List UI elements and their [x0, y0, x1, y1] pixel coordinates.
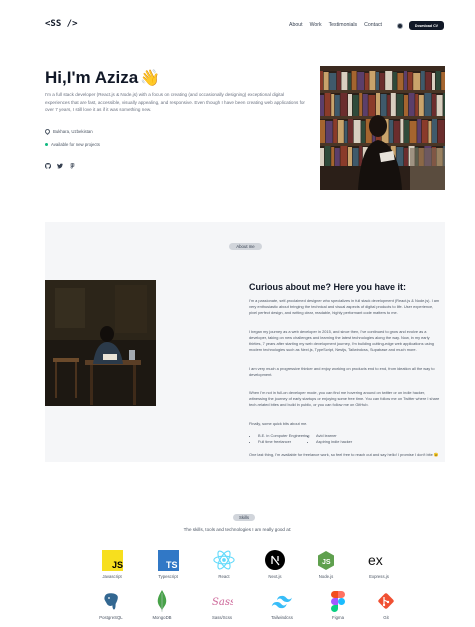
skills-tag: Skills [233, 514, 255, 521]
map-pin-icon [43, 127, 52, 136]
git-icon [375, 590, 397, 612]
skill-item-expressjs: ex Express.js [357, 549, 401, 583]
availability-text: Available for new projects [51, 142, 100, 147]
site-header: <SS /> About Work Testimonials Contact D… [0, 0, 475, 46]
skill-label: Express.js [369, 574, 389, 579]
sass-icon: Sass [211, 590, 233, 612]
about-section: About me Curious about me? Here you have… [45, 222, 445, 462]
skills-subtitle: The skills, tools and technologies I am … [183, 527, 292, 532]
skill-label: Figma [332, 615, 344, 620]
skill-label: PostgreSQL [99, 615, 123, 620]
skill-item-git: Git [364, 590, 408, 624]
skill-item-tailwindcss: Tailwindcss [260, 590, 304, 624]
waving-hand-icon: 👋 [140, 70, 161, 87]
svg-text:JS: JS [112, 560, 123, 570]
svg-text:TS: TS [166, 560, 178, 570]
about-paragraph: One last thing, I'm available for freela… [249, 452, 439, 457]
svg-text:JS: JS [322, 559, 331, 566]
skill-label: Javascript [102, 574, 122, 579]
skill-item-react: React [202, 549, 246, 583]
main-nav: About Work Testimonials Contact [289, 22, 382, 28]
skill-item-postgresql: PostgreSQL [89, 590, 133, 624]
figma-icon[interactable] [69, 163, 75, 169]
svg-text:ex: ex [368, 552, 383, 568]
svg-text:Sass: Sass [212, 597, 233, 608]
nav-link-testimonials[interactable]: Testimonials [329, 22, 358, 28]
skill-item-figma: Figma [316, 590, 360, 624]
about-paragraph: Finally, some quick bits about me. [249, 421, 308, 426]
about-title: Curious about me? Here you have it: [249, 282, 407, 292]
site-logo[interactable]: <SS /> [45, 19, 78, 29]
nav-link-work[interactable]: Work [310, 22, 322, 28]
skill-label: Sass/Scss [211, 615, 233, 620]
fact-item: Aspiring indie hacker [316, 439, 368, 445]
location-row: Bukhara, Uzbekistan [43, 127, 93, 136]
about-paragraph: When I'm not in full-on developer mode, … [249, 390, 440, 407]
location-text: Bukhara, Uzbekistan [53, 129, 93, 134]
about-paragraph: I am very much a progressive thinker and… [249, 366, 435, 377]
skill-label: MongoDB [152, 615, 172, 620]
skill-label: Tailwindcss [271, 615, 293, 620]
skill-item-sass: Sass Sass/Scss [200, 590, 244, 624]
github-icon[interactable] [45, 163, 51, 169]
nextjs-icon [264, 549, 286, 571]
profile-photo [320, 66, 445, 190]
nodejs-icon: JS [315, 549, 337, 571]
skill-item-javascript: JS Javascript [90, 549, 134, 583]
fact-item: Full time freelancer [258, 439, 310, 445]
download-cv-button[interactable]: Download CV [409, 21, 444, 30]
theme-toggle-icon[interactable] [397, 23, 403, 29]
skill-label: Node.js [318, 574, 334, 579]
about-tag: About me [229, 243, 262, 250]
about-photo [45, 280, 156, 406]
postgresql-icon [100, 590, 122, 612]
quick-facts-list: B.E. in Computer Engineering Avid learne… [258, 433, 368, 444]
react-icon [213, 549, 235, 571]
hero-title: Hi,I'm Aziza 👋 [45, 68, 160, 88]
figma-icon [327, 590, 349, 612]
social-links [45, 163, 75, 169]
tailwindcss-icon [271, 590, 293, 612]
skill-item-nextjs: Next.js [253, 549, 297, 583]
skill-label: Typescript [158, 574, 178, 579]
typescript-icon: TS [157, 549, 179, 571]
status-dot-icon [45, 143, 48, 146]
skill-label: Git [383, 615, 389, 620]
about-paragraph: I began my journey as a web developer in… [249, 329, 434, 352]
expressjs-icon: ex [368, 549, 390, 571]
nav-link-contact[interactable]: Contact [364, 22, 382, 28]
nav-link-about[interactable]: About [289, 22, 303, 28]
skill-item-mongodb: MongoDB [140, 590, 184, 624]
twitter-icon[interactable] [57, 163, 63, 169]
skill-item-nodejs: JS Node.js [304, 549, 348, 583]
mongodb-icon [151, 590, 173, 612]
availability-row: Available for new projects [45, 142, 100, 147]
hero-description: I'm a full stack developer (React.js & N… [45, 92, 305, 112]
skill-label: Next.js [268, 574, 282, 579]
skill-label: React [218, 574, 230, 579]
about-paragraph: I'm a passionate, self-proclaimed design… [249, 298, 440, 315]
hero-title-text: Hi,I'm Aziza [45, 68, 139, 87]
skill-item-typescript: TS Typescript [146, 549, 190, 583]
javascript-icon: JS [101, 549, 123, 571]
